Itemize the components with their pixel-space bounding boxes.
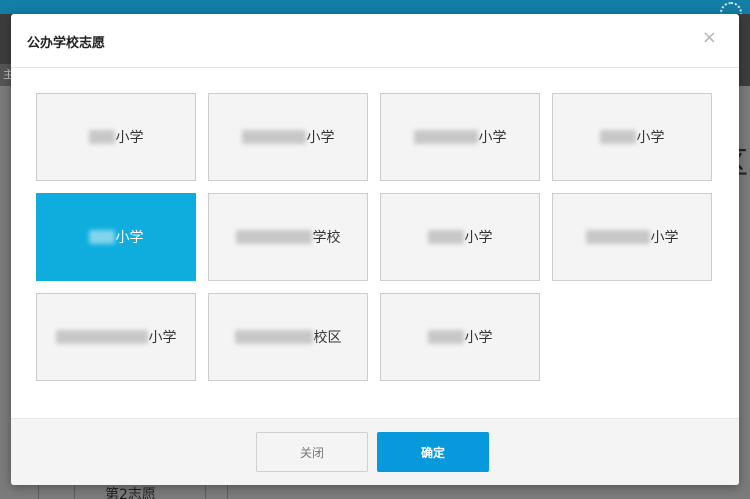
redacted-name [235,230,312,244]
school-option-suffix: 校区 [313,330,342,346]
school-option[interactable]: 学校 [208,193,368,281]
school-option[interactable]: 小学 [380,93,540,181]
redacted-name [88,130,115,144]
dialog-title: 公办学校志愿 [27,36,106,51]
redacted-name [413,130,478,144]
school-option-suffix: 小学 [115,230,144,246]
confirm-button[interactable]: 确定 [377,432,489,472]
school-option-suffix: 小学 [464,330,493,346]
school-option-suffix: 小学 [464,230,493,246]
redacted-name [599,130,636,144]
dialog-header: 公办学校志愿 × [11,14,739,68]
background-header [0,0,750,24]
background-choice-label: 第2志愿 [105,487,156,499]
redacted-name [88,230,115,244]
school-option[interactable]: 小学 [380,193,540,281]
redacted-name [234,330,313,344]
school-option-suffix: 小学 [115,130,144,146]
school-choice-dialog: 公办学校志愿 × 小学 小学 小学 小学 小学 学校 小学 小学 小学 校区 小… [11,14,739,485]
school-option[interactable]: 小学 [552,193,712,281]
school-grid: 小学 小学 小学 小学 小学 学校 小学 小学 小学 校区 小学 [36,93,716,383]
school-option-suffix: 小学 [650,230,679,246]
school-option-suffix: 学校 [312,230,341,246]
school-option-suffix: 小学 [478,130,507,146]
redacted-name [427,330,464,344]
school-option-selected[interactable]: 小学 [36,193,196,281]
school-option[interactable]: 小学 [380,293,540,381]
school-option[interactable]: 小学 [552,93,712,181]
school-option[interactable]: 小学 [36,293,196,381]
redacted-name [55,330,148,344]
redacted-name [241,130,306,144]
redacted-name [427,230,464,244]
school-option-suffix: 小学 [306,130,335,146]
dialog-footer: 关闭 确定 [11,418,739,485]
school-option-suffix: 小学 [148,330,177,346]
school-option-suffix: 小学 [636,130,665,146]
close-button[interactable]: 关闭 [256,432,368,472]
school-option[interactable]: 校区 [208,293,368,381]
redacted-name [585,230,650,244]
school-option[interactable]: 小学 [208,93,368,181]
school-option[interactable]: 小学 [36,93,196,181]
close-icon[interactable]: × [702,29,717,47]
